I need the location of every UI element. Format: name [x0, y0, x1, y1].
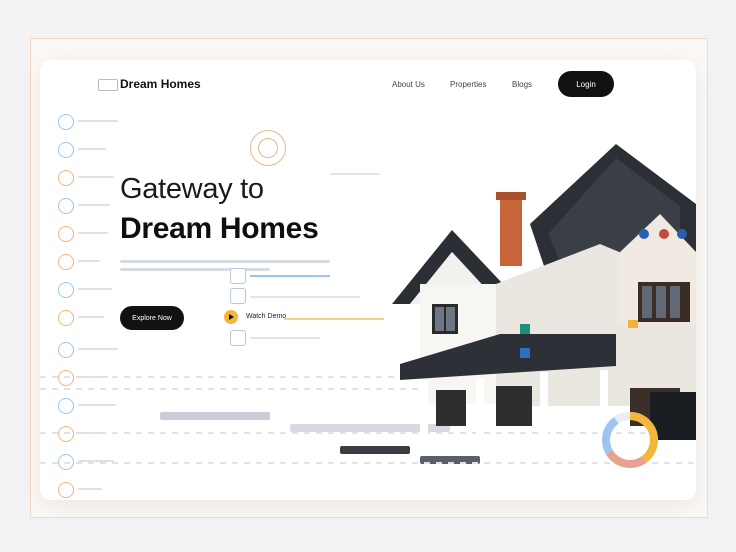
rail-dot-icon: [58, 310, 74, 326]
rail-dot-icon: [58, 254, 74, 270]
hero-title-line2: Dream Homes: [120, 212, 319, 245]
login-button[interactable]: Login: [558, 71, 614, 97]
rail-dot-icon: [58, 370, 74, 386]
hero-description: [120, 260, 330, 280]
rail-dot-icon: [58, 170, 74, 186]
wire-block: [160, 412, 270, 420]
explore-now-button[interactable]: Explore Now: [120, 306, 184, 330]
nav-properties[interactable]: Properties: [450, 80, 486, 89]
wire-block: [340, 446, 410, 454]
wire-line: [284, 318, 384, 320]
rail-dot-icon: [58, 198, 74, 214]
rail-dot-icon: [58, 426, 74, 442]
brand-name[interactable]: Dream Homes: [120, 77, 201, 91]
nav-about-us[interactable]: About Us: [392, 80, 425, 89]
placeholder-icon: [230, 268, 246, 284]
play-icon[interactable]: [224, 310, 238, 324]
top-navigation: Dream Homes About Us Properties Blogs Lo…: [40, 60, 696, 112]
logo-icon: [98, 79, 118, 91]
wire-line: [250, 275, 330, 277]
placeholder-icon: [230, 288, 246, 304]
rail-dot-icon: [58, 482, 74, 498]
watch-demo-link[interactable]: Watch Demo: [246, 313, 286, 320]
landing-page-card: Dream Homes About Us Properties Blogs Lo…: [40, 60, 696, 500]
placeholder-icon: [230, 330, 246, 346]
rail-dot-icon: [58, 398, 74, 414]
nav-blogs[interactable]: Blogs: [512, 80, 532, 89]
rail-dot-icon: [58, 226, 74, 242]
donut-chart: [602, 412, 658, 468]
annotation-line: [330, 173, 380, 175]
rail-dot-icon: [58, 282, 74, 298]
hero-title-line1: Gateway to: [120, 173, 264, 205]
wire-line: [250, 296, 360, 298]
house-image: [392, 144, 696, 434]
rail-dot-icon: [58, 114, 74, 130]
wire-circle-decoration: [258, 138, 278, 158]
wire-line: [250, 337, 320, 339]
rail-dot-icon: [58, 342, 74, 358]
rail-dot-icon: [58, 142, 74, 158]
